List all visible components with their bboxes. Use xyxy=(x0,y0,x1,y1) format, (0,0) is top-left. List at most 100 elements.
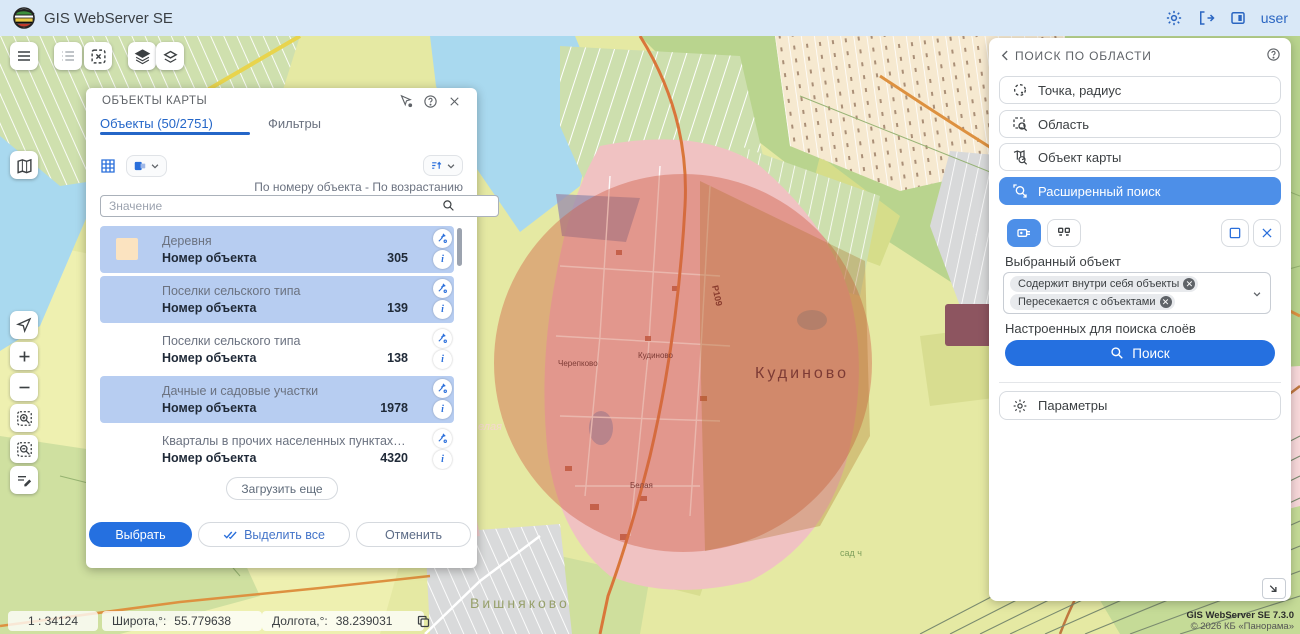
list-item[interactable]: Деревня Номер объекта 305 i xyxy=(100,226,454,273)
zoom-out-button[interactable] xyxy=(10,373,38,401)
user-menu[interactable]: user xyxy=(1261,10,1288,26)
logout-icon[interactable] xyxy=(1197,9,1215,27)
relations-multiselect[interactable]: Содержит внутри себя объекты ✕ Пересекае… xyxy=(1003,272,1271,314)
value-search-input[interactable] xyxy=(100,195,499,217)
select-all-label: Выделить все xyxy=(244,528,325,542)
locate-object-button[interactable] xyxy=(433,379,452,398)
zoom-area-out-button[interactable] xyxy=(10,435,38,463)
latitude-indicator: Широта,°: 55.779638 xyxy=(102,611,262,631)
search-icon[interactable] xyxy=(442,199,455,212)
load-more-button[interactable]: Загрузить еще xyxy=(226,477,338,500)
list-item[interactable]: Поселки сельского типа Номер объекта 138… xyxy=(100,326,454,373)
toggle-object-list-mode[interactable] xyxy=(1047,219,1081,247)
search-button[interactable]: Поиск xyxy=(1005,340,1275,366)
object-number-label: Номер объекта xyxy=(162,451,256,465)
scale-indicator[interactable]: 1 : 34124 xyxy=(8,611,98,631)
map-label-town-small: Кудиново xyxy=(638,351,674,360)
object-list-mode-icon xyxy=(1056,225,1072,241)
dialog-title: ОБЪЕКТЫ КАРТЫ xyxy=(102,95,207,107)
chip-label: Содержит внутри себя объекты xyxy=(1018,278,1179,290)
object-info-button[interactable]: i xyxy=(433,450,452,469)
list-item[interactable]: Дачные и садовые участки Номер объекта 1… xyxy=(100,376,454,423)
relation-chip[interactable]: Содержит внутри себя объекты ✕ xyxy=(1010,276,1198,292)
latitude-label: Широта,°: xyxy=(112,614,166,628)
pointer-settings-icon[interactable] xyxy=(399,94,415,110)
object-number-label: Номер объекта xyxy=(162,251,256,265)
list-item[interactable]: Кварталы в прочих населенных пунктах (не… xyxy=(100,426,454,470)
map-objects-dialog: ОБЪЕКТЫ КАРТЫ Объекты (50/2751) Фильтры … xyxy=(86,88,477,568)
chip-remove-icon[interactable]: ✕ xyxy=(1183,278,1195,290)
mode-area[interactable]: Область xyxy=(999,110,1281,138)
chip-remove-icon[interactable]: ✕ xyxy=(1160,296,1172,308)
active-tab-underline xyxy=(100,132,250,135)
collapse-panel-button[interactable] xyxy=(1262,578,1286,599)
layers-button[interactable] xyxy=(128,42,156,70)
app-title: GIS WebServer SE xyxy=(44,10,173,27)
zoom-area-in-button[interactable] xyxy=(10,404,38,432)
select-all-button[interactable]: Выделить все xyxy=(198,522,350,547)
sort-dropdown[interactable] xyxy=(423,155,463,176)
copyright: GIS WebServer SE 7.3.0 © 2026 КБ «Панора… xyxy=(1186,610,1294,632)
locate-object-button[interactable] xyxy=(433,279,452,298)
mode-label: Расширенный поиск xyxy=(1038,184,1160,199)
help-icon[interactable] xyxy=(423,94,439,110)
object-color-swatch xyxy=(116,238,138,260)
select-button[interactable]: Выбрать xyxy=(89,522,192,547)
object-info-button[interactable]: i xyxy=(433,300,452,319)
double-check-icon xyxy=(223,527,238,542)
clear-button[interactable] xyxy=(1253,219,1281,247)
copy-coordinates-icon[interactable] xyxy=(416,614,431,629)
measurements-button[interactable] xyxy=(10,466,38,494)
list-item[interactable]: Поселки сельского типа Номер объекта 139… xyxy=(100,276,454,323)
longitude-label: Долгота,°: xyxy=(272,614,328,628)
help-icon[interactable] xyxy=(1266,47,1281,62)
parameters-button[interactable]: Параметры xyxy=(999,391,1281,420)
table-view-button[interactable] xyxy=(100,158,116,174)
object-info-button[interactable]: i xyxy=(433,400,452,419)
close-icon[interactable] xyxy=(447,94,463,110)
locate-object-button[interactable] xyxy=(433,329,452,348)
object-number-label: Номер объекта xyxy=(162,401,256,415)
selection-mode-dropdown[interactable] xyxy=(126,155,167,177)
selected-object-label: Выбранный объект xyxy=(1005,254,1121,269)
back-chevron-icon[interactable] xyxy=(999,49,1012,62)
settings-gear-icon[interactable] xyxy=(1165,9,1183,27)
frame-select-button[interactable] xyxy=(1221,219,1249,247)
object-list: Деревня Номер объекта 305 i Поселки сель… xyxy=(100,226,456,470)
mode-label: Точка, радиус xyxy=(1038,83,1121,98)
divider xyxy=(999,382,1281,383)
toggle-selected-object-mode[interactable] xyxy=(1007,219,1041,247)
object-info-button[interactable]: i xyxy=(433,350,452,369)
search-button-label: Поиск xyxy=(1132,346,1169,361)
copyright-text: © 2026 КБ «Панорама» xyxy=(1186,621,1294,632)
mode-point-radius[interactable]: Точка, радиус xyxy=(999,76,1281,104)
main-menu-button[interactable] xyxy=(10,42,38,70)
object-list-button[interactable] xyxy=(54,42,82,70)
chevron-down-icon[interactable] xyxy=(1252,289,1262,299)
search-by-area-panel: ПОИСК ПО ОБЛАСТИ Точка, радиус Область О… xyxy=(989,38,1291,601)
mode-advanced-search[interactable]: Расширенный поиск xyxy=(999,177,1281,205)
map-label-cherepkovo: Черепково xyxy=(558,359,598,368)
tab-objects[interactable]: Объекты (50/2751) xyxy=(100,116,213,131)
object-info-button[interactable]: i xyxy=(433,250,452,269)
latitude-value: 55.779638 xyxy=(174,614,231,628)
locate-object-button[interactable] xyxy=(433,229,452,248)
sort-caption: По номеру объекта - По возрастанию xyxy=(254,180,463,194)
map-contents-button[interactable] xyxy=(10,151,38,179)
mode-map-object[interactable]: Объект карты xyxy=(999,143,1281,171)
clear-selection-button[interactable] xyxy=(84,42,112,70)
gear-icon xyxy=(1012,398,1028,414)
geolocation-button[interactable] xyxy=(10,311,38,339)
advanced-search-icon xyxy=(1012,183,1028,199)
layer-order-button[interactable] xyxy=(156,42,184,70)
object-number-value: 305 xyxy=(387,251,408,265)
relation-chip[interactable]: Пересекается с объектами ✕ xyxy=(1010,294,1175,310)
panel-toggle-icon[interactable] xyxy=(1229,9,1247,27)
list-scrollbar[interactable] xyxy=(457,228,462,468)
tab-filters[interactable]: Фильтры xyxy=(268,116,321,131)
locate-object-button[interactable] xyxy=(433,429,452,448)
object-number-value: 1978 xyxy=(380,401,408,415)
object-number-value: 4320 xyxy=(380,451,408,465)
cancel-button[interactable]: Отменить xyxy=(356,522,471,547)
zoom-in-button[interactable] xyxy=(10,342,38,370)
